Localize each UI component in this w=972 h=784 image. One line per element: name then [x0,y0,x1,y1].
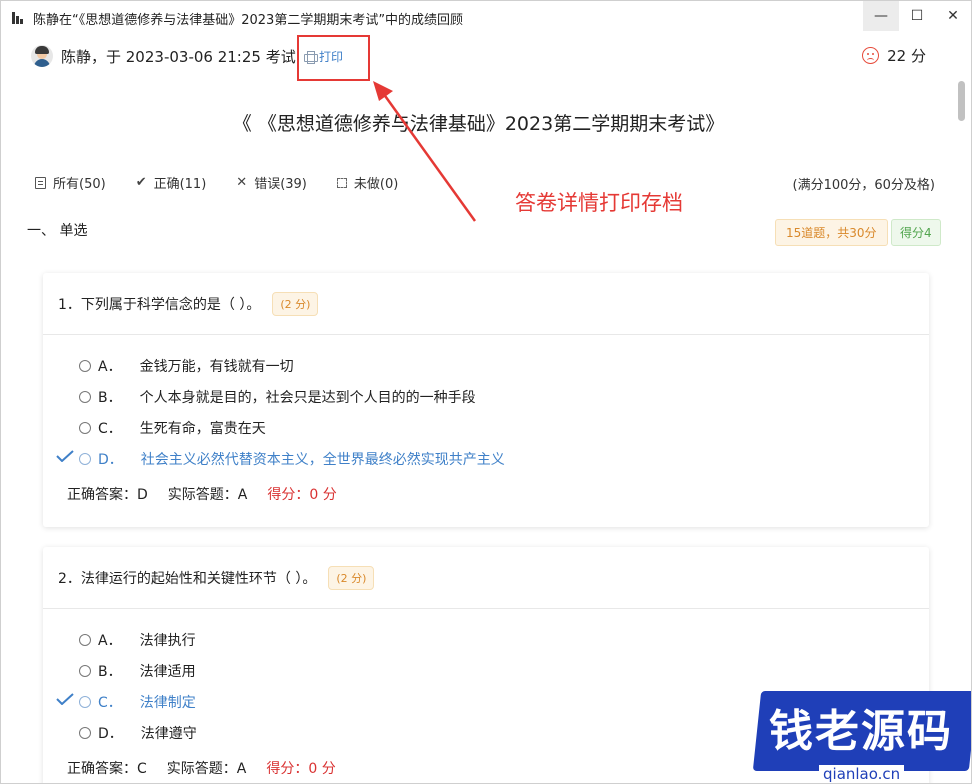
question-score-tag: (2 分) [328,565,375,590]
option-letter: B． [98,389,122,406]
option-text: 社会主义必然代替资本主义，全世界最终必然实现共产主义 [140,451,505,468]
actual-answer: 实际答题：A [167,487,248,503]
filter-unanswered-label: 未做(0) [353,177,399,192]
question-title: 2．法律运行的起始性和关键性环节（ ）。 [58,570,317,587]
got-score: 得分：0 分 [267,487,337,503]
close-button[interactable]: ✕ [935,1,971,31]
title-bar: 陈静在“《思想道德修养与法律基础》2023第二学期期末考试”中的成绩回顾 — ☐… [1,1,971,35]
option-list: A． 金钱万能，有钱就有一切 B． 个人本身就是目的，社会只是达到个人目的的一种… [43,335,929,474]
option-text: 法律制定 [139,694,196,711]
radio-icon [79,452,91,465]
question-header: 2．法律运行的起始性和关键性环节（ ）。 (2 分) [43,547,929,609]
question-header: 1．下列属于科学信念的是（ ）。 (2 分) [43,273,929,335]
bar-chart-icon [11,11,25,25]
got-score: 得分：0 分 [266,761,336,777]
filter-correct[interactable]: ✔ 正确(11) [136,173,207,192]
exam-review-window: 陈静在“《思想道德修养与法律基础》2023第二学期期末考试”中的成绩回顾 — ☐… [0,0,972,784]
exam-title: 《 《思想道德修养与法律基础》2023第二学期期末考试》 [232,113,725,135]
radio-icon [79,633,91,646]
minimize-button[interactable]: — [863,1,899,31]
option-text: 法律遵守 [140,725,197,742]
correct-answer: 正确答案：C [67,761,147,777]
radio-icon [79,421,91,434]
correct-check-icon [56,450,74,462]
total-score: 22 分 [862,45,926,66]
cross-icon: ✕ [236,175,248,190]
radio-icon [79,726,91,739]
correct-answer: 正确答案：D [67,487,148,503]
window-controls: — ☐ ✕ [863,1,971,31]
option-b: B． 个人本身就是目的，社会只是达到个人目的的一种手段 [43,381,929,412]
radio-icon [79,664,91,677]
section-title: 一、 单选 [27,223,88,239]
question-card: 1．下列属于科学信念的是（ ）。 (2 分) A． 金钱万能，有钱就有一切 B．… [43,273,929,527]
option-letter: B． [98,663,122,680]
document-icon [35,176,46,189]
watermark-text: 钱老源码 [769,706,953,757]
print-highlight-box [297,35,370,81]
full-score-note: (满分100分，60分及格) [792,178,936,193]
actual-answer: 实际答题：A [166,761,247,777]
correct-check-icon [56,693,74,705]
answer-summary: 正确答案：D 实际答题：A 得分：0 分 [43,484,929,504]
option-letter: A． [98,632,122,649]
option-letter: D． [98,451,123,468]
option-letter: C． [98,694,122,711]
section-score-tag: 得分4 [891,219,941,246]
option-text: 生死有命，富贵在天 [139,420,266,437]
dashed-box-icon [336,177,347,188]
vertical-scrollbar[interactable] [957,77,966,777]
question-title: 1．下列属于科学信念的是（ ）。 [58,296,261,313]
maximize-button[interactable]: ☐ [899,1,935,31]
filter-unanswered[interactable]: 未做(0) [336,173,399,192]
option-text: 法律适用 [139,663,196,680]
option-text: 金钱万能，有钱就有一切 [139,358,294,375]
option-d-correct: D． 社会主义必然代替资本主义，全世界最终必然实现共产主义 [43,443,929,474]
review-header: 陈静，于 2023-03-06 21:25 考试 打印 22 分 [1,37,956,77]
radio-icon [79,390,91,403]
radio-icon [79,695,91,708]
option-text: 个人本身就是目的，社会只是达到个人目的的一种手段 [139,389,476,406]
radio-icon [79,359,91,372]
sad-face-icon [862,47,880,64]
section-count-tag: 15道题，共30分 [775,219,888,246]
answer-filter-bar: 所有(50) ✔ 正确(11) ✕ 错误(39) 未做(0) [35,173,428,192]
annotation-text: 答卷详情打印存档 [515,191,683,215]
filter-all[interactable]: 所有(50) [35,173,106,192]
scrollbar-thumb[interactable] [958,81,965,121]
filter-wrong[interactable]: ✕ 错误(39) [236,173,307,192]
watermark-logo: 钱老源码 qianlao.cn [752,679,971,783]
watermark-url: qianlao.cn [819,765,905,783]
user-exam-info: 陈静，于 2023-03-06 21:25 考试 [61,48,296,66]
option-letter: A． [98,358,122,375]
option-letter: D． [98,725,123,742]
total-score-value: 22 分 [887,47,926,65]
filter-all-label: 所有(50) [53,177,106,192]
filter-correct-label: 正确(11) [153,177,207,192]
check-icon: ✔ [135,175,147,190]
question-score-tag: (2 分) [272,291,319,316]
option-c: C． 生死有命，富贵在天 [43,412,929,443]
filter-wrong-label: 错误(39) [254,177,307,192]
option-text: 法律执行 [139,632,196,649]
option-a: A． 法律执行 [43,624,929,655]
avatar [31,45,53,67]
option-a: A． 金钱万能，有钱就有一切 [43,350,929,381]
window-title: 陈静在“《思想道德修养与法律基础》2023第二学期期末考试”中的成绩回顾 [33,12,464,28]
option-letter: C． [98,420,122,437]
